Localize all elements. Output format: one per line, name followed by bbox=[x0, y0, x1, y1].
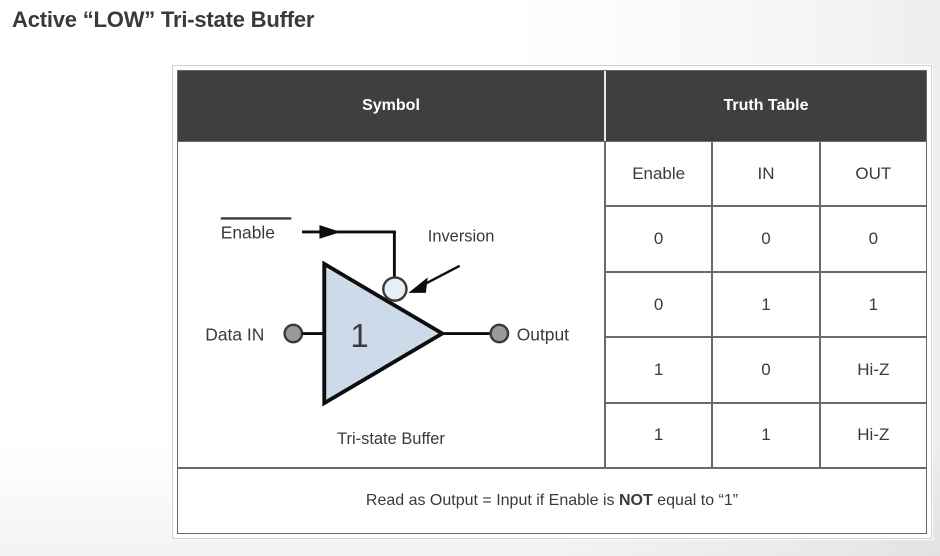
table-row: 1 1 Hi-Z bbox=[606, 403, 926, 468]
table-body-row: Enable 1 Inversion Data IN Output Tri-st… bbox=[178, 142, 926, 468]
gate-glyph-one: 1 bbox=[350, 317, 368, 354]
table-header-row: Symbol Truth Table bbox=[178, 71, 926, 142]
header-cell-truth-table: Truth Table bbox=[723, 97, 809, 114]
tri-state-buffer-diagram: Enable 1 Inversion Data IN Output Tri-st… bbox=[205, 217, 569, 448]
cell-enable: 0 bbox=[606, 272, 714, 337]
inversion-arrowhead-icon bbox=[408, 277, 428, 293]
cell-in: 1 bbox=[713, 272, 821, 337]
cell-out: 1 bbox=[868, 294, 879, 314]
inversion-bubble-icon bbox=[382, 276, 408, 302]
output-terminal-dot bbox=[489, 323, 510, 344]
cell-out: 0 bbox=[868, 229, 879, 249]
truth-table: Enable IN OUT 0 0 0 0 1 1 1 0 Hi-Z 1 1 H… bbox=[606, 142, 926, 468]
cell-out: Hi-Z bbox=[857, 425, 890, 445]
data-in-label: Data IN bbox=[205, 324, 264, 344]
enable-label: Enable bbox=[221, 223, 275, 243]
page-title: Active “LOW” Tri-state Buffer bbox=[12, 7, 315, 32]
cell-in: 0 bbox=[713, 207, 821, 271]
truth-table-header-row: Enable IN OUT bbox=[606, 142, 926, 208]
symbol-diagram-cell: Enable 1 Inversion Data IN Output Tri-st… bbox=[178, 142, 606, 467]
figure-container: Symbol Truth Table Enable 1 Inversion Da… bbox=[172, 65, 932, 539]
footer-caption-prefix: Read as Output = Input if Enable is bbox=[365, 492, 619, 509]
cell-out: Hi-Z bbox=[857, 359, 890, 379]
output-label: Output bbox=[517, 324, 569, 344]
table-row: 1 0 Hi-Z bbox=[606, 338, 926, 404]
data-in-terminal-dot bbox=[283, 323, 304, 344]
cell-enable: 0 bbox=[606, 207, 714, 271]
gate-caption: Tri-state Buffer bbox=[337, 430, 445, 448]
table-row: 0 0 0 bbox=[606, 207, 926, 273]
table-row: 0 1 1 bbox=[606, 272, 926, 339]
inversion-label: Inversion bbox=[428, 228, 495, 246]
truth-col-header-in: IN bbox=[713, 142, 821, 206]
cell-enable: 1 bbox=[606, 338, 714, 402]
cell-enable: 1 bbox=[606, 403, 714, 468]
cell-in: 1 bbox=[713, 403, 821, 468]
footer-caption: Read as Output = Input if Enable is NOT … bbox=[366, 492, 738, 510]
cell-in: 0 bbox=[713, 338, 821, 402]
truth-col-header-out: OUT bbox=[855, 163, 892, 183]
header-cell-symbol: Symbol bbox=[178, 71, 606, 141]
enable-arrowhead-icon bbox=[319, 225, 341, 239]
figure-footer-row: Read as Output = Input if Enable is NOT … bbox=[178, 467, 926, 533]
truth-col-header-enable: Enable bbox=[606, 142, 714, 206]
figure-inner-frame: Symbol Truth Table Enable 1 Inversion Da… bbox=[177, 70, 927, 534]
footer-caption-emphasis: NOT bbox=[618, 492, 653, 509]
footer-caption-suffix: equal to “1” bbox=[652, 492, 739, 509]
